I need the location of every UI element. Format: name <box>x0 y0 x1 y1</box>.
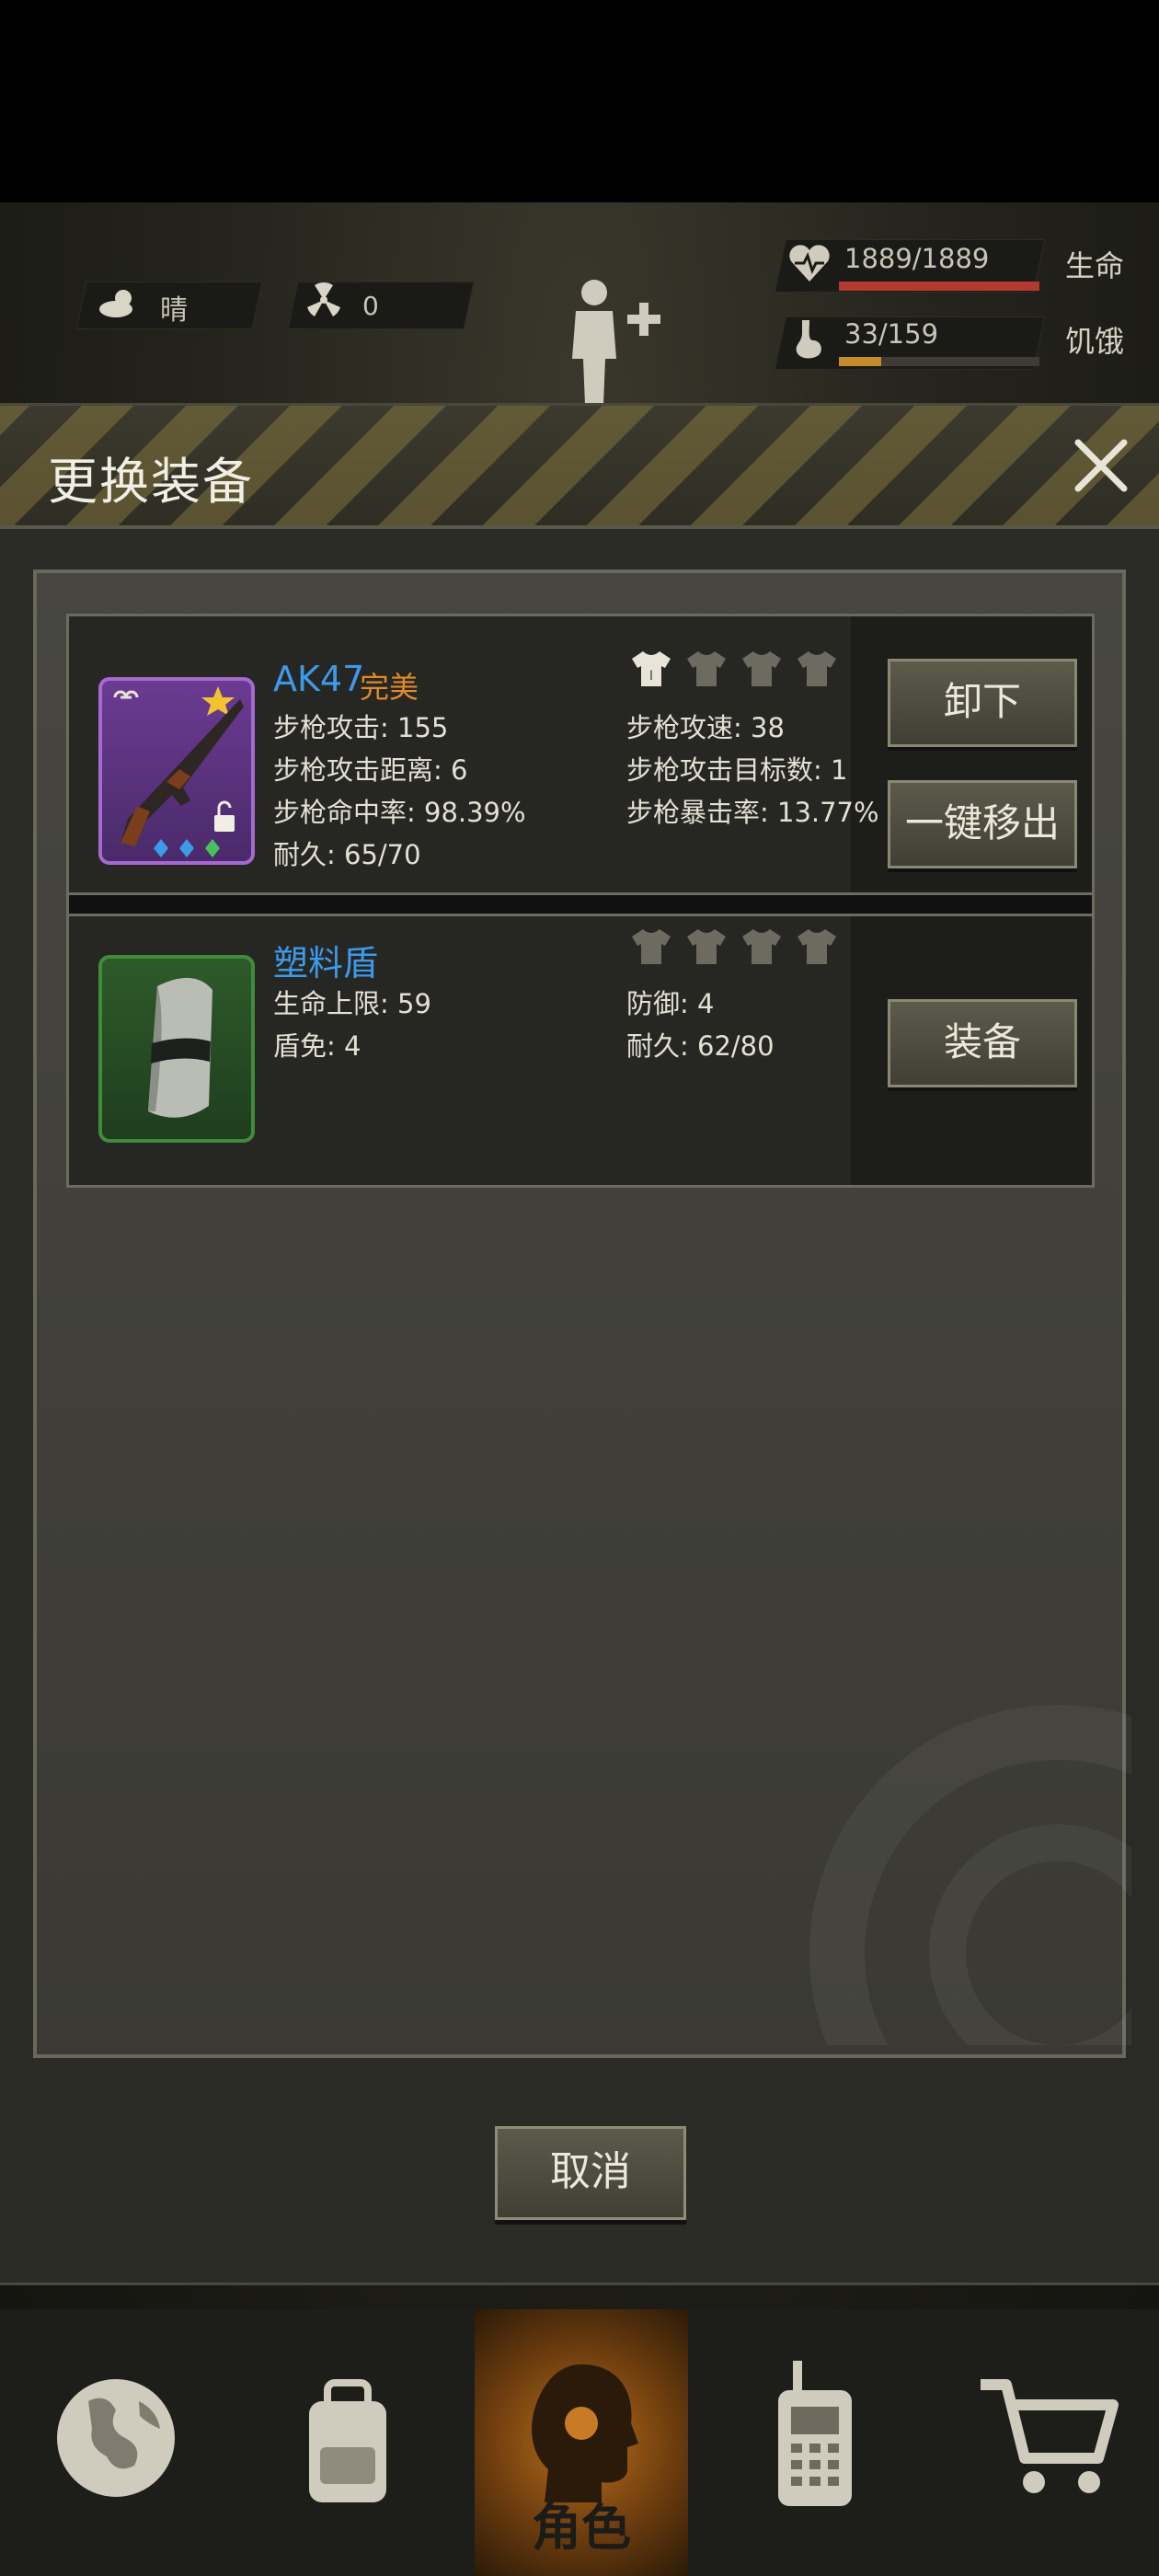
equipment-row-plastic-shield[interactable]: 塑料盾 生命上限: 59 盾免: 4 防御: 4 耐久: 62/80 装备 <box>69 916 1092 1185</box>
dialog-title: 更换装备 <box>48 453 254 511</box>
health-value: 1889/1889 <box>844 243 990 274</box>
attr-durability: 耐久: 62/80 <box>626 1030 775 1062</box>
nav-shop[interactable] <box>927 2309 1159 2576</box>
attr-defense: 防御: 4 <box>626 988 715 1019</box>
dialog-header: 更换装备 <box>0 406 1159 529</box>
equip-button[interactable]: 装备 <box>888 999 1077 1087</box>
tier-icons <box>630 927 838 966</box>
item-quality: 完美 <box>360 670 419 705</box>
item-name: AK47 <box>273 659 365 699</box>
item-name: 塑料盾 <box>273 943 379 983</box>
radiation-watermark-icon <box>809 1705 1131 2045</box>
health-bar <box>839 282 1039 291</box>
nav-radio[interactable] <box>695 2309 927 2576</box>
health-label: 生命 <box>1065 248 1125 283</box>
equipment-list: AK47 完美 步枪攻击: 155 步枪攻击距离: 6 步枪命中率: 98.39… <box>66 614 1095 1188</box>
attr-rifle-attack: 步枪攻击: 155 <box>273 712 449 743</box>
bottom-navigation: 角色 <box>0 2309 1159 2576</box>
equipment-list-panel: AK47 完美 步枪攻击: 155 步枪攻击距离: 6 步枪命中率: 98.39… <box>33 569 1131 2058</box>
heart-icon <box>789 245 830 282</box>
backpack-icon <box>309 2379 386 2502</box>
attr-max-health: 生命上限: 59 <box>273 988 431 1019</box>
nav-world-map[interactable] <box>0 2309 232 2576</box>
row-divider <box>69 892 1092 916</box>
equipment-row-ak47[interactable]: AK47 完美 步枪攻击: 155 步枪攻击距离: 6 步枪命中率: 98.39… <box>69 616 1092 892</box>
cloud-sun-icon <box>99 290 132 317</box>
weather-text: 晴 <box>160 294 188 327</box>
hunger-label: 饥饿 <box>1065 324 1125 359</box>
health-bar-fill <box>839 282 1039 291</box>
attr-durability: 耐久: 65/70 <box>273 839 421 870</box>
svg-text:I: I <box>649 669 653 684</box>
character-head-icon <box>532 2364 638 2502</box>
world-map-icon <box>57 2379 175 2497</box>
walkie-talkie-icon <box>778 2361 852 2506</box>
nav-backpack[interactable] <box>232 2309 464 2576</box>
stomach-icon <box>796 320 821 359</box>
attr-rifle-speed: 步枪攻速: 38 <box>626 712 785 743</box>
tier-icons: I <box>630 650 838 688</box>
ak47-item-icon[interactable] <box>98 677 255 865</box>
change-equipment-dialog: 更换装备 AK47 完美 步枪攻击: 155 步枪攻击距离: 6 步枪命中率: … <box>0 403 1159 2285</box>
attr-rifle-crit: 步枪暴击率: 13.77% <box>626 797 879 828</box>
close-icon[interactable] <box>1069 433 1133 498</box>
tier-3-shirt-icon <box>742 929 781 964</box>
hunger-value: 33/159 <box>844 318 939 350</box>
tier-4-shirt-icon <box>798 651 836 686</box>
hunger-bar <box>839 357 1039 366</box>
tier-2-shirt-icon <box>687 651 726 686</box>
attr-rifle-accuracy: 步枪命中率: 98.39% <box>273 797 526 828</box>
tier-4-shirt-icon <box>798 929 836 964</box>
hunger-bar-fill <box>839 357 881 366</box>
shopping-cart-icon <box>981 2379 1119 2493</box>
radiation-value: 0 <box>362 291 379 321</box>
attr-rifle-targets: 步枪攻击目标数: 1 <box>626 754 848 786</box>
radiation-icon <box>307 282 340 316</box>
shield-icon <box>148 977 212 1118</box>
remove-all-button[interactable]: 一键移出 <box>888 780 1077 868</box>
tier-1-shirt-icon: I <box>632 651 671 686</box>
unequip-button[interactable]: 卸下 <box>888 659 1077 747</box>
tier-1-shirt-icon <box>632 929 671 964</box>
nav-character[interactable]: 角色 <box>475 2309 688 2576</box>
rifle-icon <box>113 686 244 857</box>
nav-character-label: 角色 <box>532 2499 631 2557</box>
character-heal-icon[interactable] <box>561 276 662 405</box>
attr-rifle-range: 步枪攻击距离: 6 <box>273 754 468 786</box>
cancel-button[interactable]: 取消 <box>495 2126 686 2220</box>
tier-3-shirt-icon <box>742 651 781 686</box>
tier-2-shirt-icon <box>687 929 726 964</box>
attr-shield-immunity: 盾免: 4 <box>273 1030 361 1062</box>
shield-item-icon[interactable] <box>98 955 255 1143</box>
